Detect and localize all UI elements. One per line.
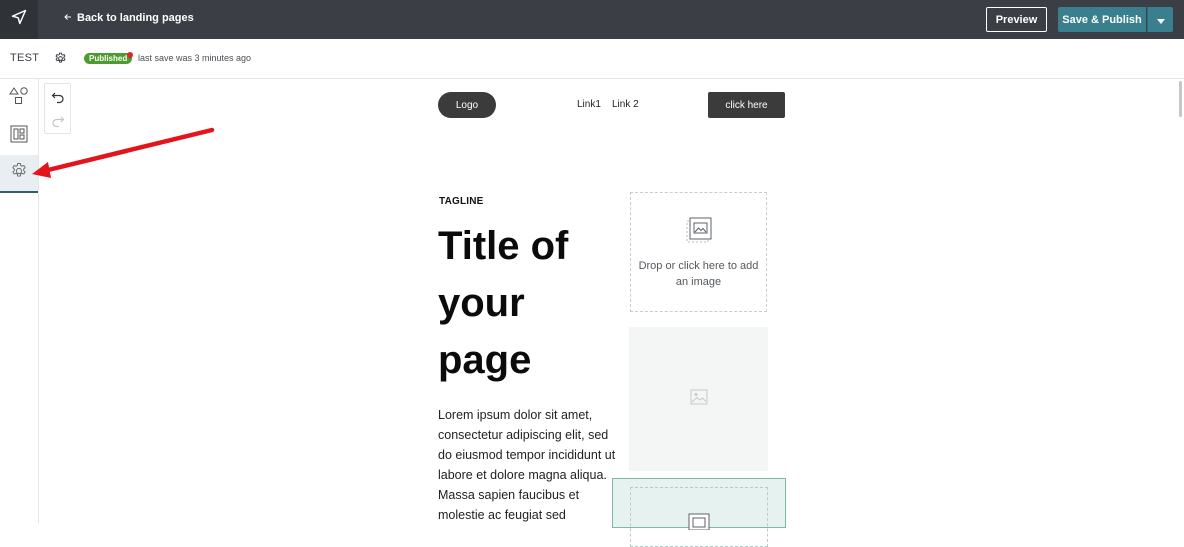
top-bar: Back to landing pages Preview Save & Pub… [0,0,1184,39]
app-logo[interactable] [0,0,38,39]
nav-link-2[interactable]: Link 2 [612,99,639,110]
arrow-left-icon [64,12,72,24]
selected-image-drop-zone[interactable] [630,487,768,547]
nav-link-1[interactable]: Link1 [577,99,601,110]
elements-button[interactable] [0,79,38,117]
image-upload-icon [684,215,714,250]
image-upload-icon [686,510,712,546]
publish-options-button[interactable] [1147,7,1173,32]
scrollbar-thumb[interactable] [1179,81,1182,117]
image-drop-zone[interactable]: Drop or click here to add an image [630,192,767,312]
send-icon [11,9,27,30]
back-link-label: Back to landing pages [77,12,194,24]
save-and-publish-button[interactable]: Save & Publish [1058,7,1146,32]
canvas-scrollbar[interactable] [1176,79,1184,523]
nav-logo-button[interactable]: Logo [438,92,496,118]
selected-image-block[interactable] [612,478,786,547]
nav-cta-button[interactable]: click here [708,92,785,118]
hero-title[interactable]: Title of your page [438,218,618,389]
hero-body-text[interactable]: Lorem ipsum dolor sit amet, consectetur … [438,405,616,525]
image-drop-text: Drop or click here to add an image [638,259,759,288]
undo-icon[interactable] [51,90,65,109]
shapes-icon [9,86,29,111]
status-badge: Published [84,53,133,64]
annotation-arrow [32,127,215,178]
preview-button[interactable]: Preview [986,7,1047,32]
back-to-landing-pages-link[interactable]: Back to landing pages [64,12,194,24]
page-info-bar: TEST Published last save was 3 minutes a… [0,39,1184,79]
page-settings-icon[interactable] [54,52,67,70]
last-save-text: last save was 3 minutes ago [138,53,252,63]
unsaved-changes-dot [127,52,133,58]
hero-tagline[interactable]: TAGLINE [439,196,484,207]
image-placeholder[interactable] [629,327,768,471]
layout-icon [10,125,28,148]
gear-icon [10,162,28,185]
image-icon [690,389,708,410]
caret-down-icon [1156,11,1165,29]
page-name: TEST [10,52,40,64]
